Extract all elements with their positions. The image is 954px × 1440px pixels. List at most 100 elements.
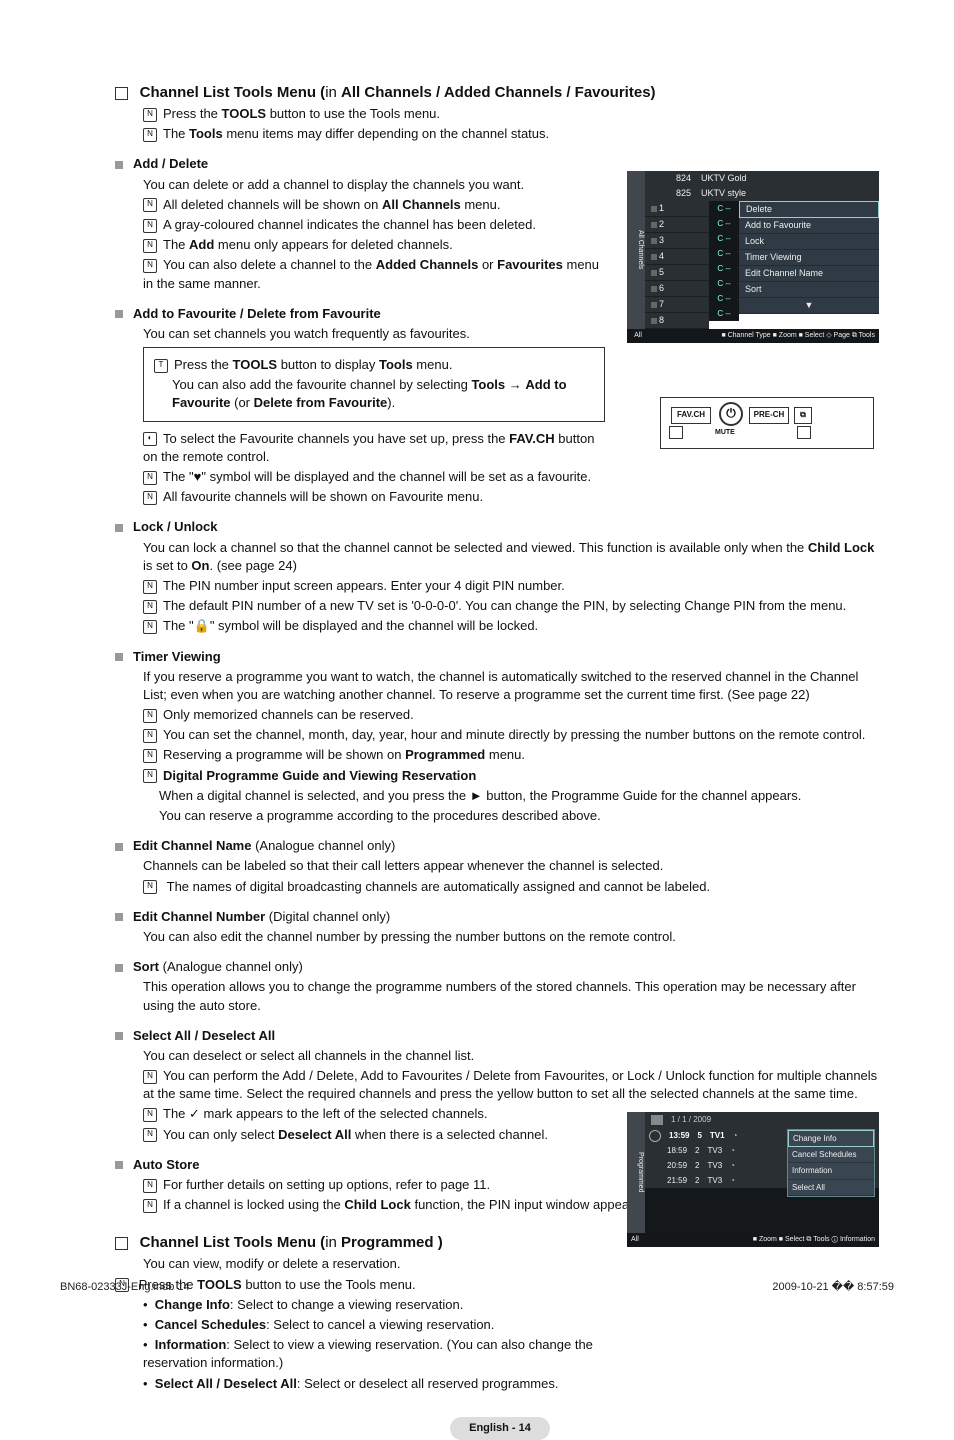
- print-footer: BN68-02333J-Eng.indb 14 2009-10-21 �� 8:…: [0, 1280, 954, 1295]
- icon: [651, 1115, 663, 1125]
- popup-item[interactable]: Lock: [739, 234, 879, 250]
- subheading-add-delete: Add / Delete: [115, 155, 605, 173]
- osd-channel-list: All Channels 824UKTV Gold 825UKTV style …: [627, 171, 879, 343]
- popup-item[interactable]: Add to Favourite: [739, 218, 879, 234]
- popup-item[interactable]: Edit Channel Name: [739, 266, 879, 282]
- text: You can lock a channel so that the chann…: [143, 539, 885, 575]
- note-icon: N: [143, 769, 157, 783]
- popup-item[interactable]: Select All: [788, 1180, 874, 1196]
- note-icon: N: [143, 491, 157, 505]
- note-icon: N: [143, 749, 157, 763]
- text: NThe Tools menu items may differ dependi…: [143, 125, 885, 143]
- text: NAll favourite channels will be shown on…: [143, 488, 605, 506]
- note-icon: N: [143, 1128, 157, 1142]
- note-icon: N: [143, 580, 157, 594]
- popup-item[interactable]: Delete: [739, 201, 879, 218]
- type-icon: [651, 206, 657, 212]
- type-icon: [651, 270, 657, 276]
- subheading-favourite: Add to Favourite / Delete from Favourite: [115, 305, 605, 323]
- note-icon: N: [143, 600, 157, 614]
- text: NYou can perform the Add / Delete, Add t…: [143, 1067, 885, 1103]
- text: This operation allows you to change the …: [143, 978, 885, 1014]
- type-icon: [651, 302, 657, 308]
- remote-buttons-illustration: FAV.CH ⏻ PRE-CH ⧉ MUTE: [660, 397, 874, 449]
- bullet-icon: [115, 913, 123, 921]
- text: • Information: Select to view a viewing …: [143, 1336, 605, 1372]
- bullet-icon: [115, 653, 123, 661]
- popup-scroll-icon: ▼: [739, 298, 879, 314]
- type-icon: [651, 286, 657, 292]
- text: NPress the TOOLS button to use the Tools…: [143, 105, 885, 123]
- bullet-icon: [115, 310, 123, 318]
- osd-tools-popup: Delete Add to Favourite Lock Timer Viewi…: [739, 201, 879, 329]
- btn-icon: [669, 426, 683, 439]
- osd-row: 825UKTV style: [645, 186, 879, 201]
- osd-footer: All ■ Channel Type ■ Zoom ■ Select ◇ Pag…: [627, 329, 879, 343]
- osd-row: 824UKTV Gold: [645, 171, 879, 186]
- osd-footer: All ■ Zoom ■ Select ⧉ Tools ⓘ Informatio…: [627, 1233, 879, 1247]
- text: NThe default PIN number of a new TV set …: [143, 597, 885, 615]
- note-icon: N: [143, 128, 157, 142]
- text: When a digital channel is selected, and …: [159, 787, 885, 805]
- text: NDigital Programme Guide and Viewing Res…: [143, 767, 885, 785]
- remote-icon: ◐: [143, 432, 157, 446]
- osd-sidebar-label: All Channels: [627, 171, 645, 329]
- favch-button: FAV.CH: [671, 407, 711, 424]
- square-icon: [115, 1237, 128, 1250]
- popup-item[interactable]: Information: [788, 1163, 874, 1179]
- text: N The names of digital broadcasting chan…: [143, 878, 885, 896]
- text: NYou can also delete a channel to the Ad…: [143, 256, 605, 292]
- bullet-icon: [115, 843, 123, 851]
- note-icon: N: [143, 729, 157, 743]
- subheading-lock: Lock / Unlock: [115, 518, 885, 536]
- note-icon: N: [143, 620, 157, 634]
- page-badge: English - 14: [450, 1417, 550, 1440]
- osd-sidebar-label: Programmed: [627, 1112, 645, 1233]
- popup-item[interactable]: Cancel Schedules: [788, 1147, 874, 1163]
- popup-item[interactable]: Sort: [739, 282, 879, 298]
- type-icon: [651, 238, 657, 244]
- text: You can deselect or select all channels …: [143, 1047, 885, 1065]
- note-icon: N: [143, 1108, 157, 1122]
- note-icon: N: [143, 880, 157, 894]
- text: NThe Add menu only appears for deleted c…: [143, 236, 605, 254]
- subheading-timer: Timer Viewing: [115, 648, 885, 666]
- note-icon: N: [143, 1070, 157, 1084]
- type-icon: [651, 318, 657, 324]
- text: You can set channels you watch frequentl…: [143, 325, 605, 343]
- text: NThe PIN number input screen appears. En…: [143, 577, 885, 595]
- type-icon: [651, 222, 657, 228]
- prech-button: PRE-CH: [749, 407, 789, 424]
- note-icon: N: [143, 471, 157, 485]
- tools-icon: T: [154, 359, 168, 373]
- bullet-icon: [115, 161, 123, 169]
- popup-item[interactable]: Timer Viewing: [739, 250, 879, 266]
- bullet-icon: [115, 964, 123, 972]
- text: You can reserve a programme according to…: [159, 807, 885, 825]
- note-icon: N: [143, 259, 157, 273]
- type-icon: [651, 254, 657, 260]
- osd-programmed-list: Programmed 1 / 1 / 2009 13:59 5 TV1 ◔ 18…: [627, 1112, 879, 1247]
- text: NThe "🔒" symbol will be displayed and th…: [143, 617, 885, 635]
- text: ◐To select the Favourite channels you ha…: [143, 430, 605, 466]
- source-button-icon: ⧉: [794, 407, 812, 424]
- bullet-icon: [115, 1032, 123, 1040]
- square-icon: [115, 87, 128, 100]
- text: Channels can be labeled so that their ca…: [143, 857, 885, 875]
- note-icon: N: [143, 709, 157, 723]
- subheading-editnum: Edit Channel Number (Digital channel onl…: [115, 908, 885, 926]
- bullet-icon: [115, 524, 123, 532]
- clock-icon: [649, 1130, 661, 1142]
- text: NAll deleted channels will be shown on A…: [143, 196, 605, 214]
- popup-item[interactable]: Change Info: [788, 1130, 874, 1147]
- text: NYou can set the channel, month, day, ye…: [143, 726, 885, 744]
- text: You can also edit the channel number by …: [143, 928, 885, 946]
- text: • Select All / Deselect All: Select or d…: [143, 1375, 605, 1393]
- section-title-1: Channel List Tools Menu (in All Channels…: [115, 82, 885, 103]
- text: NOnly memorized channels can be reserved…: [143, 706, 885, 724]
- subheading-sort: Sort (Analogue channel only): [115, 958, 885, 976]
- text: You can view, modify or delete a reserva…: [143, 1255, 885, 1273]
- text: NThe "♥" symbol will be displayed and th…: [143, 468, 605, 486]
- note-icon: N: [143, 219, 157, 233]
- bullet-icon: [115, 1161, 123, 1169]
